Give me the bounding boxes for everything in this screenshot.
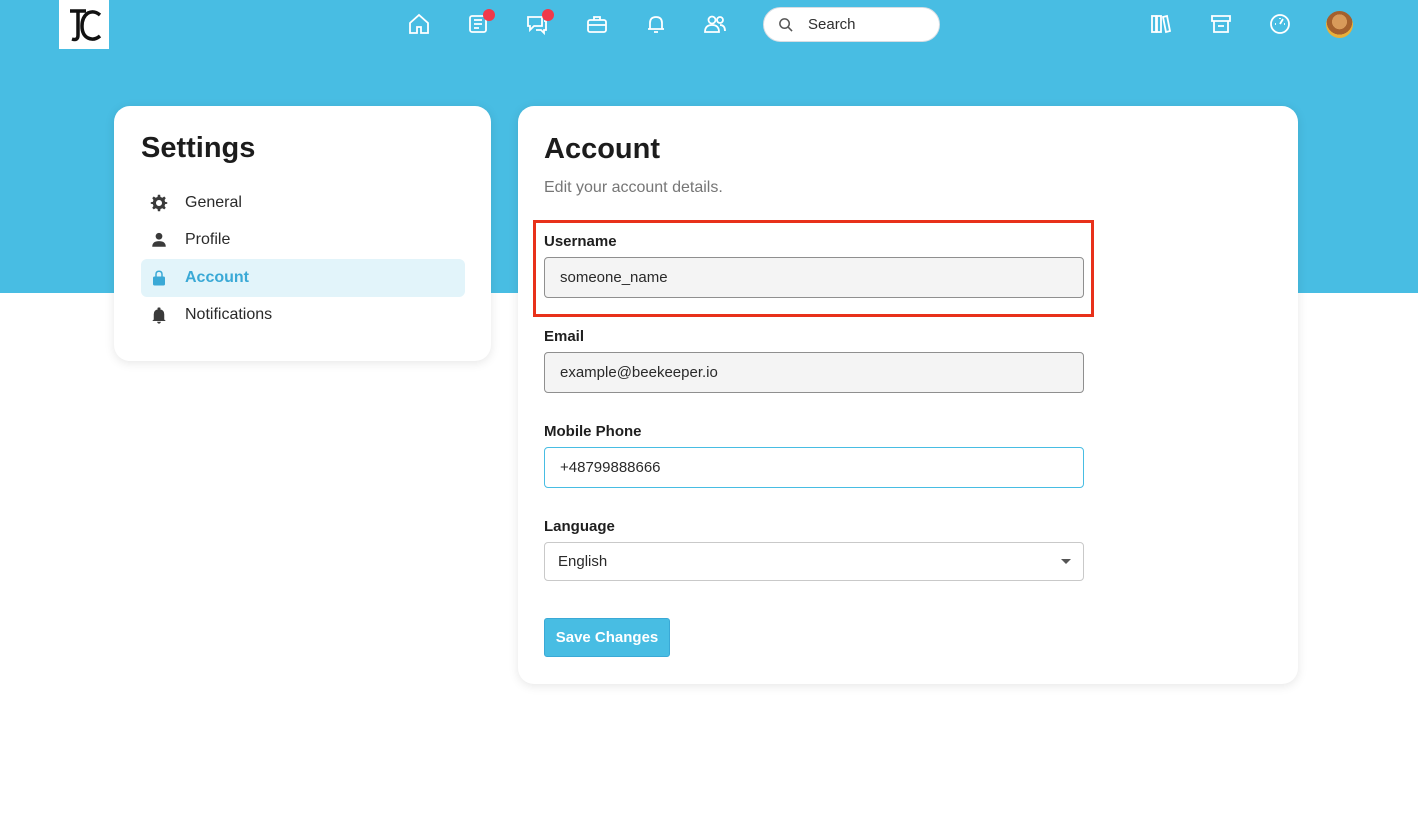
sidebar-item-label: General <box>185 194 242 211</box>
search-placeholder: Search <box>808 16 856 33</box>
dashboard-icon <box>1270 14 1290 34</box>
chevron-down-icon <box>1061 559 1071 564</box>
nav-people[interactable] <box>700 9 730 39</box>
bell-icon <box>152 307 166 324</box>
account-panel: Account Edit your account details. Usern… <box>518 106 1298 684</box>
page-title: Account <box>544 133 660 165</box>
sidebar-item-label: Notifications <box>185 306 273 323</box>
settings-sidebar: Settings General Profile Account Notific… <box>114 106 491 361</box>
sidebar-item-profile[interactable]: Profile <box>141 221 465 259</box>
mobile-phone-field[interactable] <box>544 447 1084 488</box>
nav-chats[interactable] <box>522 9 554 39</box>
logo-icon <box>70 8 102 41</box>
username-label: Username <box>544 233 617 250</box>
page-subtitle: Edit your account details. <box>544 179 723 196</box>
sidebar-item-label: Account <box>185 269 249 286</box>
news-badge <box>483 9 495 21</box>
nav-store[interactable] <box>1206 9 1236 39</box>
language-label: Language <box>544 518 615 535</box>
search-icon <box>779 18 793 32</box>
nav-dashboard[interactable] <box>1265 9 1295 39</box>
lock-icon <box>153 270 165 286</box>
mobile-phone-label: Mobile Phone <box>544 423 642 440</box>
nav-home[interactable] <box>404 9 434 39</box>
search-input[interactable]: Search <box>763 7 940 42</box>
email-label: Email <box>544 328 585 345</box>
nav-library[interactable] <box>1146 9 1176 39</box>
app-logo[interactable] <box>59 0 109 49</box>
username-field[interactable] <box>544 257 1084 298</box>
settings-title: Settings <box>141 132 256 164</box>
sidebar-item-general[interactable]: General <box>141 184 465 222</box>
nav-news[interactable] <box>463 9 495 39</box>
bell-icon <box>648 16 664 33</box>
sidebar-item-notifications[interactable]: Notifications <box>141 296 465 334</box>
nav-notifications[interactable] <box>641 9 671 39</box>
nav-tools[interactable] <box>582 9 612 39</box>
gear-icon <box>150 194 168 212</box>
chat-badge <box>542 9 554 21</box>
email-field[interactable] <box>544 352 1084 393</box>
person-icon <box>152 232 166 247</box>
toolbox-icon <box>587 16 607 33</box>
user-avatar[interactable] <box>1326 11 1353 38</box>
library-icon <box>1151 14 1172 34</box>
save-changes-button[interactable]: Save Changes <box>544 618 670 657</box>
home-icon <box>409 13 429 34</box>
people-icon <box>704 15 726 33</box>
language-selected-value: English <box>558 553 608 570</box>
store-icon <box>1211 15 1231 33</box>
sidebar-item-account[interactable]: Account <box>141 259 465 297</box>
language-select[interactable]: English <box>544 542 1084 581</box>
sidebar-item-label: Profile <box>185 231 231 248</box>
